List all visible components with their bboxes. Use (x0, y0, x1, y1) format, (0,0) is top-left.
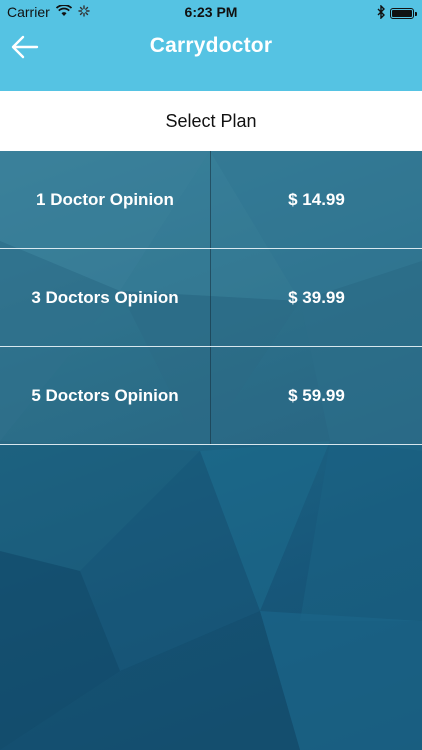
battery-icon (390, 8, 414, 19)
app-header: Carrier (0, 0, 422, 91)
plan-row[interactable]: 3 Doctors Opinion $ 39.99 (0, 249, 422, 347)
status-bar: Carrier (0, 0, 422, 24)
page-title: Carrydoctor (0, 34, 422, 58)
nav-bar: Carrydoctor (0, 24, 422, 91)
plan-row[interactable]: 5 Doctors Opinion $ 59.99 (0, 347, 422, 445)
bluetooth-icon (377, 5, 386, 22)
plan-name: 3 Doctors Opinion (0, 249, 211, 346)
status-time: 6:23 PM (0, 4, 422, 20)
plan-name: 5 Doctors Opinion (0, 347, 211, 444)
plan-price: $ 14.99 (211, 151, 422, 248)
plan-price: $ 59.99 (211, 347, 422, 444)
plan-price: $ 39.99 (211, 249, 422, 346)
select-plan-header: Select Plan (0, 91, 422, 151)
status-right (377, 5, 414, 22)
plan-name: 1 Doctor Opinion (0, 151, 211, 248)
plan-row[interactable]: 1 Doctor Opinion $ 14.99 (0, 151, 422, 249)
select-plan-label: Select Plan (165, 111, 256, 132)
plans-list: 1 Doctor Opinion $ 14.99 3 Doctors Opini… (0, 151, 422, 445)
